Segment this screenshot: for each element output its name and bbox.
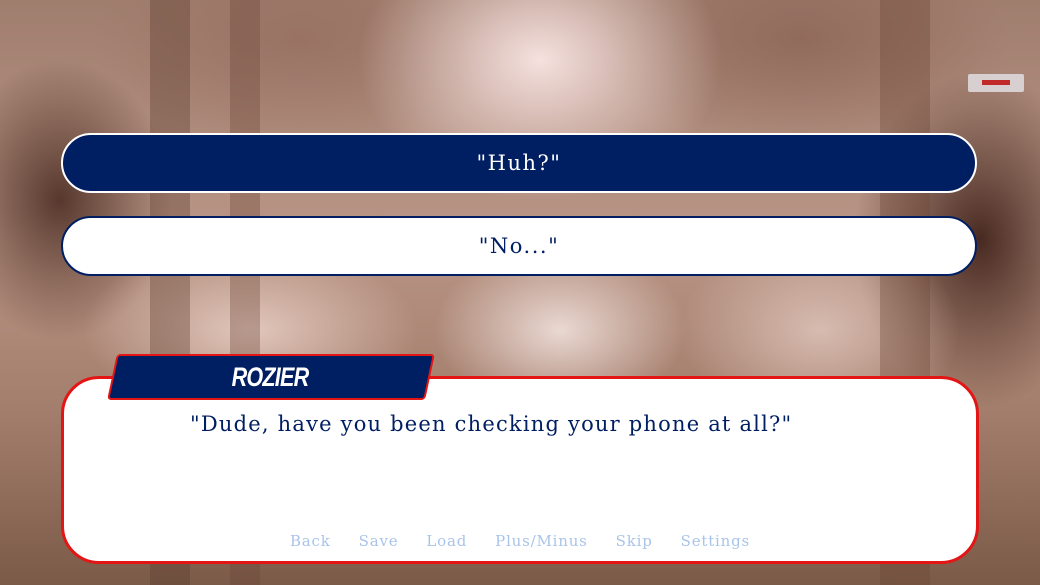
quick-menu-load[interactable]: Load	[426, 532, 467, 550]
speaker-namebox: ROZIER	[107, 354, 435, 400]
quick-menu-back[interactable]: Back	[290, 532, 331, 550]
quick-menu-save[interactable]: Save	[359, 532, 399, 550]
background-sign	[968, 74, 1024, 92]
quick-menu-plus-minus[interactable]: Plus/Minus	[495, 532, 587, 550]
dialogue-text: "Dude, have you been checking your phone…	[190, 412, 793, 436]
quick-menu-settings[interactable]: Settings	[681, 532, 750, 550]
choice-label: "Huh?"	[476, 151, 562, 175]
speaker-name: ROZIER	[231, 361, 310, 392]
quick-menu: Back Save Load Plus/Minus Skip Settings	[0, 532, 1040, 550]
quick-menu-skip[interactable]: Skip	[616, 532, 653, 550]
choice-button-huh[interactable]: "Huh?"	[61, 133, 977, 193]
choice-button-no[interactable]: "No..."	[61, 216, 977, 276]
choice-label: "No..."	[478, 234, 560, 258]
